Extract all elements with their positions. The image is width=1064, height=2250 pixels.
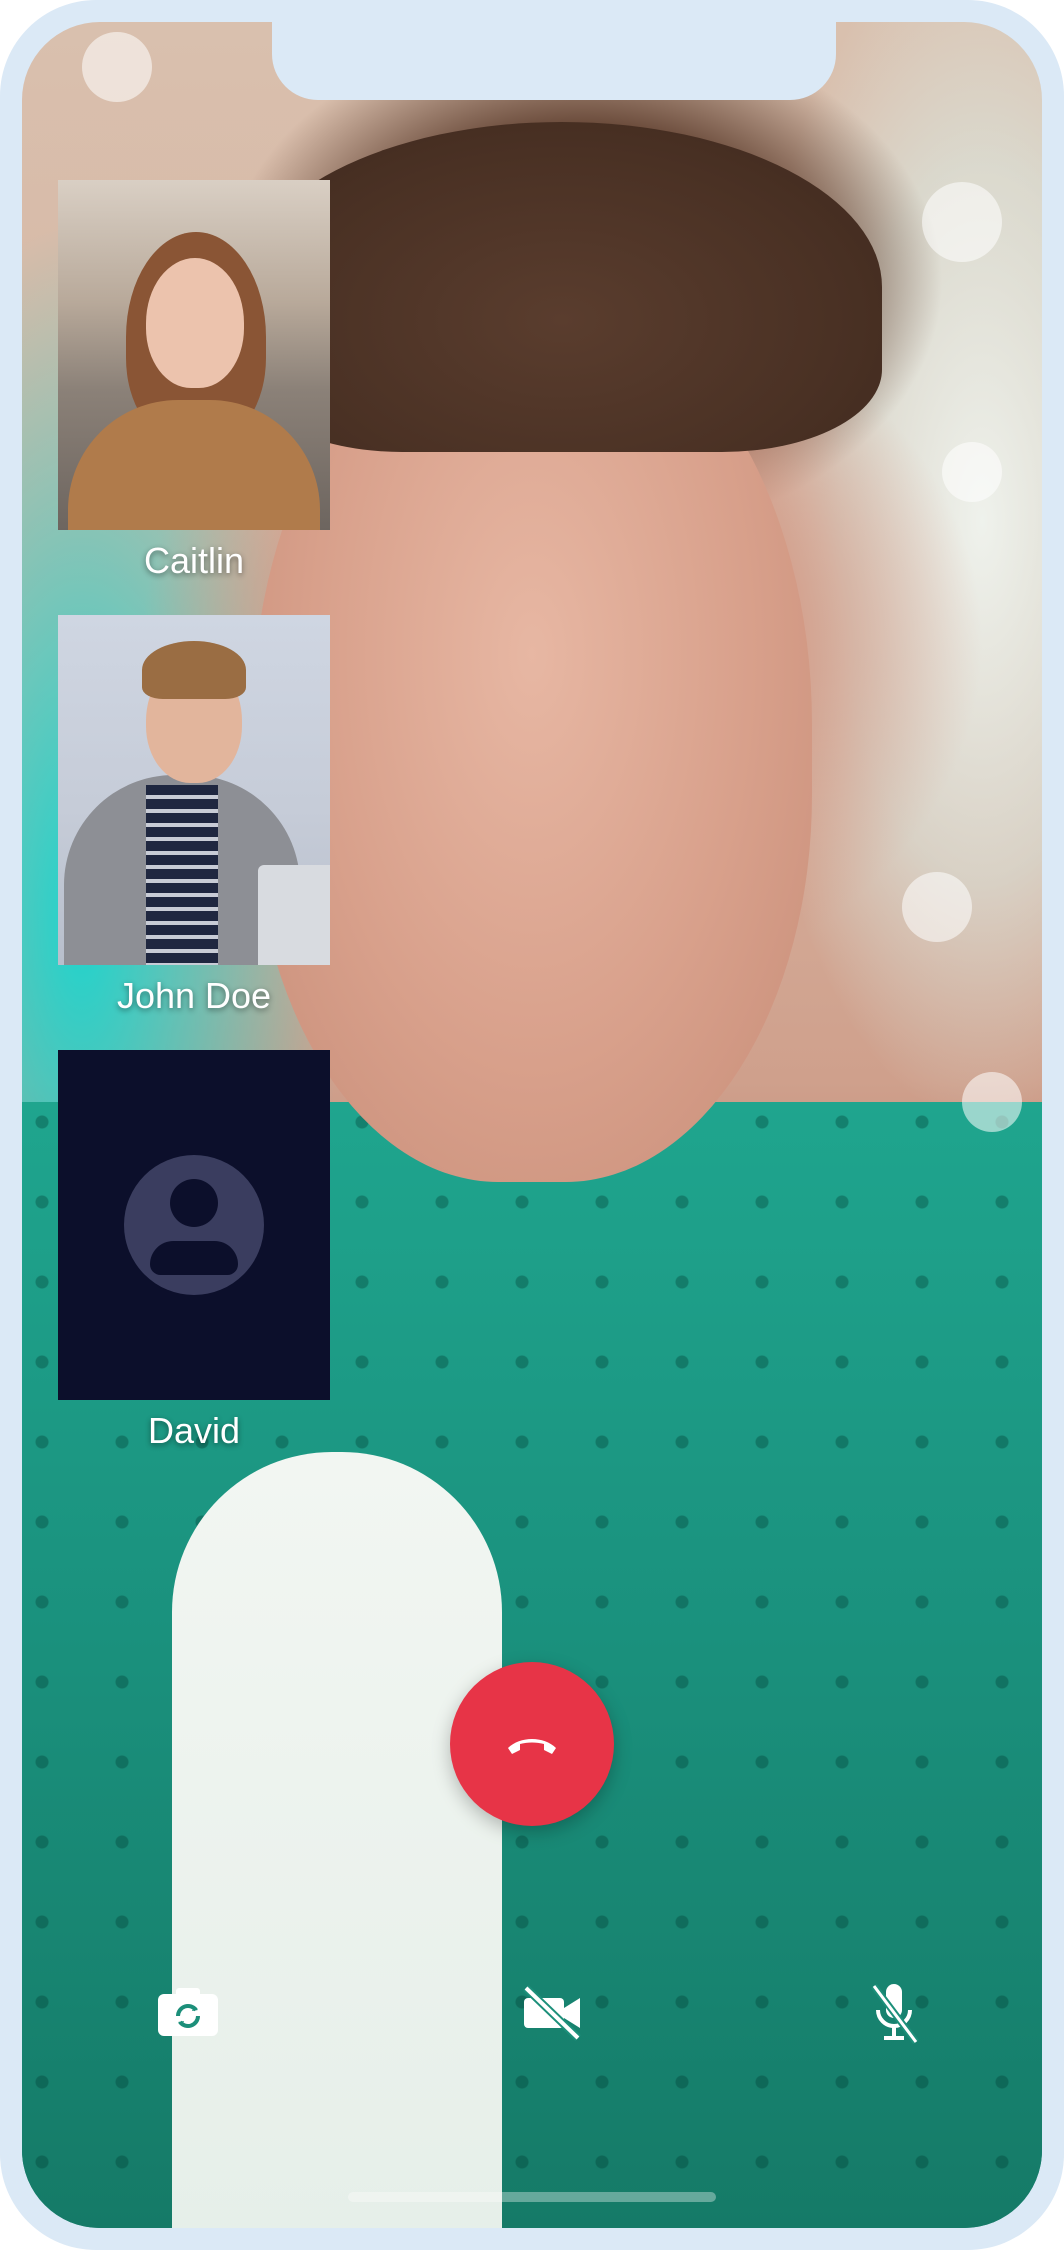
video-off-icon xyxy=(523,1985,581,2041)
switch-camera-icon xyxy=(158,1988,218,2036)
home-indicator[interactable] xyxy=(348,2192,716,2202)
participant-tile-david[interactable] xyxy=(58,1050,330,1400)
laptop xyxy=(258,865,330,965)
avatar-head xyxy=(170,1179,218,1227)
participant-tile-john-doe[interactable] xyxy=(58,615,330,965)
participant-name-john-doe: John Doe xyxy=(116,975,272,1016)
bokeh-light xyxy=(942,442,1002,502)
bokeh-light xyxy=(962,1072,1022,1132)
mic-off-icon xyxy=(871,1983,919,2045)
main-video-feed: Caitlin John Doe David xyxy=(22,22,1042,2228)
mute-mic-button[interactable] xyxy=(854,1972,934,2052)
bokeh-light xyxy=(922,182,1002,262)
avatar-shoulders xyxy=(150,1241,238,1275)
bokeh-light xyxy=(82,32,152,102)
video-off-button[interactable] xyxy=(512,1972,592,2052)
participant-name-david: David xyxy=(147,1410,241,1451)
participant-hair xyxy=(142,641,246,699)
end-call-button[interactable] xyxy=(450,1662,614,1826)
switch-camera-button[interactable] xyxy=(148,1972,228,2052)
device-notch xyxy=(272,22,836,100)
participant-name-caitlin: Caitlin xyxy=(143,540,245,581)
main-caller-hair xyxy=(242,122,882,452)
main-caller-tshirt xyxy=(172,1452,502,2228)
bokeh-light xyxy=(902,872,972,942)
phone-frame: Caitlin John Doe David xyxy=(0,0,1064,2250)
participant-tile-caitlin[interactable] xyxy=(58,180,330,530)
user-avatar-icon xyxy=(124,1155,264,1295)
participant-face xyxy=(146,258,244,388)
participant-shirt xyxy=(146,785,218,965)
hang-up-icon xyxy=(508,1739,556,1754)
